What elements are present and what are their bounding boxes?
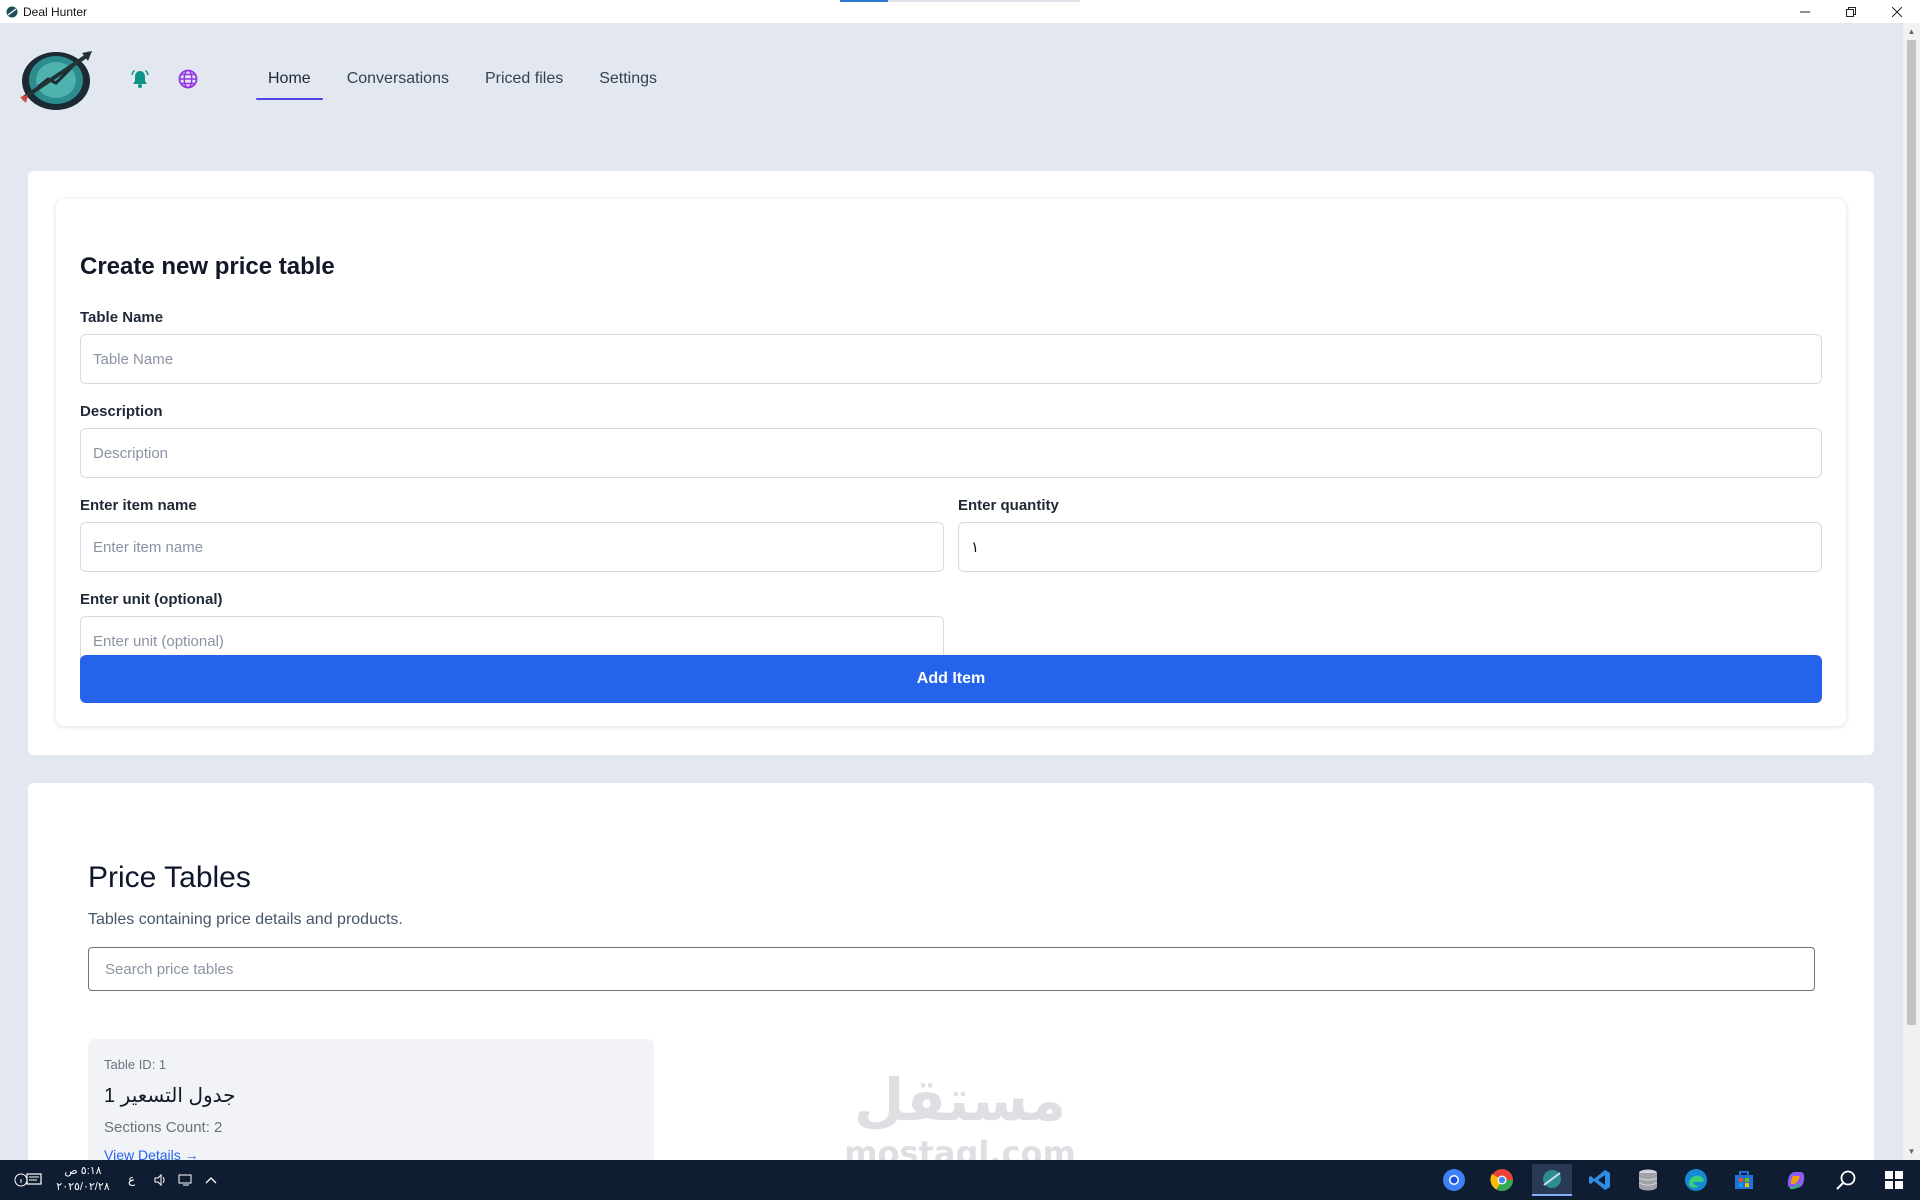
create-form-title: Create new price table: [80, 253, 335, 280]
item-name-label: Enter item name: [80, 497, 197, 514]
chevron-up-icon[interactable]: [202, 1160, 220, 1200]
chrome-canary-icon[interactable]: [1482, 1164, 1522, 1196]
quantity-label: Enter quantity: [958, 497, 1059, 514]
vscode-icon[interactable]: [1580, 1164, 1620, 1196]
watermark-arabic: مستقل: [854, 1066, 1066, 1134]
restore-button[interactable]: [1828, 0, 1874, 23]
close-icon: [1892, 6, 1902, 17]
window-titlebar: Deal Hunter: [0, 0, 1920, 23]
page-scrollbar[interactable]: ▲ ▼: [1903, 23, 1920, 1160]
price-tables-subtitle: Tables containing price details and prod…: [88, 911, 403, 928]
create-panel: Create new price table Table Name Descri…: [28, 171, 1874, 755]
restore-icon: [1846, 6, 1856, 17]
scrollbar-thumb[interactable]: [1907, 40, 1916, 1025]
window-controls: [1782, 0, 1920, 23]
mostaql-watermark: مستقل mostaql.com: [844, 1066, 1076, 1172]
minimize-icon: [1800, 11, 1810, 12]
deal-hunter-taskbar-icon[interactable]: [1532, 1164, 1572, 1196]
table-id: Table ID: 1: [104, 1057, 167, 1072]
globe-icon: [178, 69, 198, 89]
table-name-label: Table Name: [80, 309, 164, 326]
edge-icon[interactable]: [1676, 1164, 1716, 1196]
language-button[interactable]: [176, 67, 200, 91]
nav-home[interactable]: Home: [256, 68, 323, 100]
unit-label: Enter unit (optional): [80, 591, 223, 608]
nav-conversations[interactable]: Conversations: [335, 68, 461, 100]
close-button[interactable]: [1874, 0, 1920, 23]
nav-priced-files[interactable]: Priced files: [473, 68, 575, 100]
price-tables-title: Price Tables: [88, 861, 251, 894]
volume-icon[interactable]: [150, 1160, 170, 1200]
app-header: Home Conversations Priced files Settings: [0, 23, 1903, 133]
window-title: Deal Hunter: [23, 4, 88, 19]
table-name: جدول التسعير 1: [104, 1085, 236, 1107]
app-icon: [6, 6, 18, 17]
copilot-icon[interactable]: [1776, 1164, 1816, 1196]
main-nav: Home Conversations Priced files Settings: [256, 68, 681, 100]
bell-icon: [131, 69, 149, 88]
search-icon[interactable]: [1826, 1164, 1866, 1196]
scroll-up-icon[interactable]: ▲: [1903, 23, 1920, 40]
minimize-button[interactable]: [1782, 0, 1828, 23]
input-language[interactable]: ع: [128, 1172, 135, 1186]
clock-date: ٢٠٢٥/٠٢/٢٨: [56, 1181, 110, 1193]
notifications-button[interactable]: [128, 67, 152, 91]
add-item-button[interactable]: Add Item: [80, 655, 1822, 703]
windows-taskbar: ٥:١٨ ص ٢٠٢٥/٠٢/٢٨ ع: [0, 1160, 1920, 1200]
action-center-icon[interactable]: [22, 1160, 46, 1200]
windows-start-icon[interactable]: [1874, 1164, 1914, 1196]
create-price-table-card: Create new price table Table Name Descri…: [56, 199, 1846, 726]
clock-time: ٥:١٨ ص: [64, 1165, 102, 1177]
deal-hunter-logo[interactable]: [18, 47, 94, 111]
taskbar-clock[interactable]: ٥:١٨ ص ٢٠٢٥/٠٢/٢٨: [52, 1163, 114, 1195]
nav-settings[interactable]: Settings: [587, 68, 669, 100]
quantity-input[interactable]: [958, 522, 1822, 572]
store-icon[interactable]: [1724, 1164, 1764, 1196]
loading-progress: [840, 0, 1080, 2]
search-price-tables-input[interactable]: [88, 947, 1815, 991]
chrome-icon[interactable]: [1434, 1164, 1474, 1196]
table-name-input[interactable]: [80, 334, 1822, 384]
database-icon[interactable]: [1628, 1164, 1668, 1196]
description-input[interactable]: [80, 428, 1822, 478]
scroll-down-icon[interactable]: ▼: [1903, 1143, 1920, 1160]
item-name-input[interactable]: [80, 522, 944, 572]
description-label: Description: [80, 403, 163, 420]
network-icon[interactable]: [176, 1160, 196, 1200]
sections-count: Sections Count: 2: [104, 1119, 223, 1136]
